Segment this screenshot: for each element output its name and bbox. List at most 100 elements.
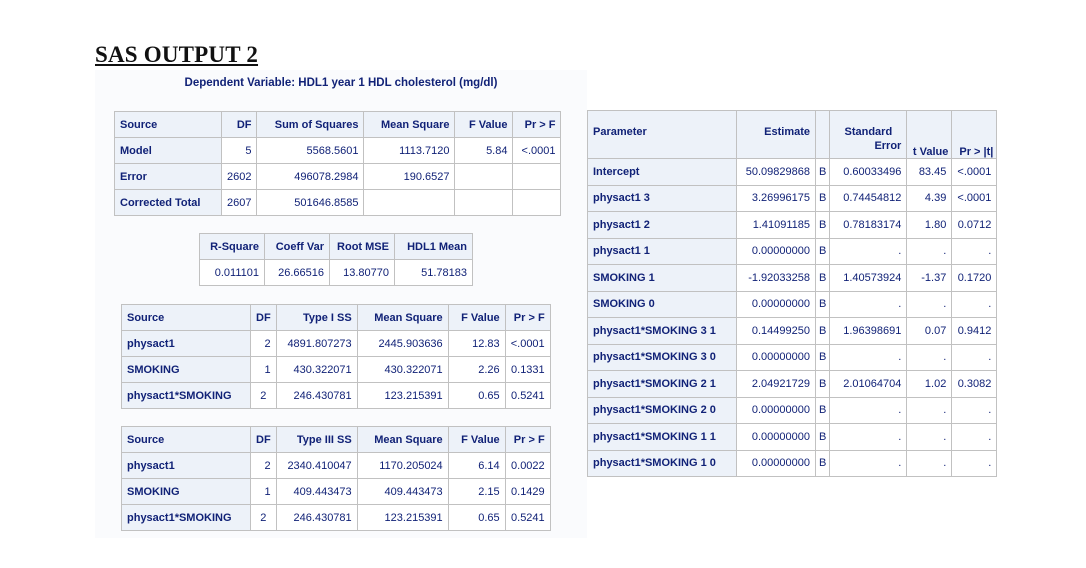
table-cell: B	[814, 370, 831, 398]
column-header: Mean Square	[363, 111, 456, 138]
table-cell: <.0001	[512, 137, 562, 164]
table-cell: .	[906, 290, 953, 318]
table-cell: 190.6527	[363, 163, 456, 190]
table-cell: 2607	[220, 189, 258, 216]
column-header: Sum of Squares	[256, 111, 365, 138]
table-cell: 0.00000000	[736, 237, 816, 265]
row-label: physact1*SMOKING 2 1	[587, 370, 737, 398]
table-cell: <.0001	[504, 330, 551, 357]
table-cell: 2602	[220, 163, 258, 190]
row-label: physact1*SMOKING 2 0	[587, 396, 737, 424]
column-header: Pr > F	[504, 426, 551, 453]
table-cell: 0.60033496	[829, 158, 908, 186]
column-header: F Value	[447, 304, 506, 331]
column-header: Pr > |t|	[951, 110, 998, 159]
table-cell: 496078.2984	[256, 163, 365, 190]
table-cell: 0.3082	[951, 370, 998, 398]
table-cell: B	[814, 184, 831, 212]
table-row: physact1*SMOKING 3 0 0.00000000 B . . .	[587, 343, 998, 371]
table-cell: .	[829, 237, 908, 265]
type1-ss-table: Source DF Type I SS Mean Square F Value …	[121, 304, 551, 409]
table-row: 0.011101 26.66516 13.80770 51.78183	[199, 259, 473, 286]
table-cell	[363, 189, 456, 216]
table-row: physact1*SMOKING 2 0 0.00000000 B . . .	[587, 396, 998, 424]
row-label: Corrected Total	[114, 189, 222, 216]
row-label: SMOKING	[121, 356, 251, 383]
row-label: physact1	[121, 452, 251, 479]
table-row: physact1*SMOKING 1 0 0.00000000 B . . .	[587, 449, 998, 477]
table-cell: 0.00000000	[736, 290, 816, 318]
table-row: SMOKING 1 430.322071 430.322071 2.26 0.1…	[121, 356, 551, 383]
column-header: Source	[114, 111, 222, 138]
column-header: Type III SS	[275, 426, 358, 453]
table-cell: 1.40573924	[829, 264, 908, 292]
row-label: SMOKING 0	[587, 290, 737, 318]
table-cell: .	[829, 449, 908, 477]
table-cell: 0.00000000	[736, 423, 816, 451]
column-header: Mean Square	[356, 304, 449, 331]
table-cell: .	[951, 449, 998, 477]
column-header: Mean Square	[356, 426, 449, 453]
table-cell: 2.04921729	[736, 370, 816, 398]
table-cell: 409.443473	[275, 478, 358, 505]
table-cell: 2.26	[447, 356, 506, 383]
column-header: F Value	[447, 426, 506, 453]
column-header: Coeff Var	[264, 233, 330, 260]
table-cell: -1.92033258	[736, 264, 816, 292]
table-cell: B	[814, 449, 831, 477]
parameter-estimates-table: Parameter Estimate Standard Error t Valu…	[587, 110, 998, 477]
table-cell: B	[814, 396, 831, 424]
table-cell: B	[814, 158, 831, 186]
table-cell: 0.1331	[504, 356, 551, 383]
table-cell: .	[906, 396, 953, 424]
row-label: SMOKING 1	[587, 264, 737, 292]
table-cell: 123.215391	[356, 382, 449, 409]
table-cell: 0.65	[447, 504, 506, 531]
row-label: physact1 2	[587, 211, 737, 239]
table-cell: 2445.903636	[356, 330, 449, 357]
table-row: physact1 1 0.00000000 B . . .	[587, 237, 998, 265]
table-cell	[454, 189, 514, 216]
row-label: Intercept	[587, 158, 737, 186]
table-cell: 0.011101	[199, 259, 265, 286]
table-cell: 501646.8585	[256, 189, 365, 216]
table-row: Model 5 5568.5601 1113.7120 5.84 <.0001	[114, 137, 562, 164]
row-label: physact1	[121, 330, 251, 357]
table-cell: .	[951, 423, 998, 451]
table-cell: 430.322071	[275, 356, 358, 383]
table-cell: B	[814, 211, 831, 239]
dependent-variable-title: Dependent Variable: HDL1 year 1 HDL chol…	[184, 77, 498, 89]
row-label: SMOKING	[121, 478, 251, 505]
column-header: Pr > F	[504, 304, 551, 331]
column-header: R-Square	[199, 233, 265, 260]
table-cell: 1113.7120	[363, 137, 456, 164]
table-header-row: Source DF Sum of Squares Mean Square F V…	[114, 111, 562, 138]
table-cell: 1.02	[906, 370, 953, 398]
table-cell: 2	[250, 382, 277, 409]
table-row: Intercept 50.09829868 B 0.60033496 83.45…	[587, 158, 998, 186]
table-cell: .	[906, 343, 953, 371]
table-cell: 0.0022	[504, 452, 551, 479]
row-label: physact1*SMOKING 1 0	[587, 449, 737, 477]
table-cell: 2	[250, 504, 277, 531]
table-cell: 1	[250, 478, 277, 505]
table-cell: 0.65	[447, 382, 506, 409]
table-cell: 2	[250, 330, 277, 357]
table-cell: .	[951, 237, 998, 265]
table-cell: 123.215391	[356, 504, 449, 531]
table-row: SMOKING 0 0.00000000 B . . .	[587, 290, 998, 318]
table-cell: .	[906, 449, 953, 477]
table-cell: 0.5241	[504, 504, 551, 531]
page-heading: SAS OUTPUT 2	[95, 42, 259, 67]
table-cell: 0.00000000	[736, 343, 816, 371]
table-row: physact1*SMOKING 1 1 0.00000000 B . . .	[587, 423, 998, 451]
row-label: physact1*SMOKING	[121, 504, 251, 531]
column-header: DF	[250, 304, 277, 331]
table-cell: 5568.5601	[256, 137, 365, 164]
table-header-row: Source DF Type I SS Mean Square F Value …	[121, 304, 551, 331]
type3-ss-table: Source DF Type III SS Mean Square F Valu…	[121, 426, 551, 531]
table-cell: 409.443473	[356, 478, 449, 505]
table-cell: B	[814, 423, 831, 451]
column-header: HDL1 Mean	[394, 233, 473, 260]
table-cell: .	[906, 237, 953, 265]
